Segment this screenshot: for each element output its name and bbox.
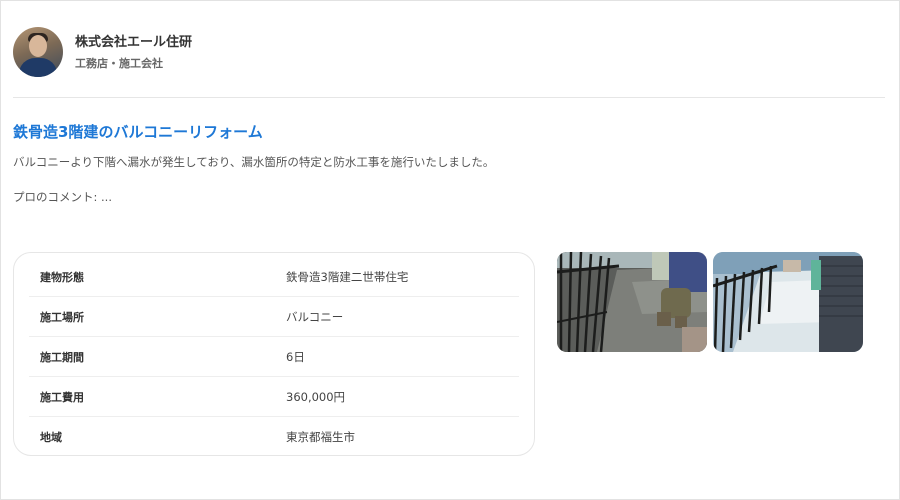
project-details-table: 建物形態 鉄骨造3階建二世帯住宅 施工場所 バルコニー 施工期間 6日 施工費用… xyxy=(13,252,535,456)
pro-comment: プロのコメント: ... xyxy=(13,190,112,204)
avatar-face xyxy=(29,35,47,57)
detail-row-period: 施工期間 6日 xyxy=(29,337,519,377)
detail-label: 施工場所 xyxy=(40,310,84,324)
avatar-body xyxy=(19,58,57,77)
detail-row-building-type: 建物形態 鉄骨造3階建二世帯住宅 xyxy=(29,257,519,297)
before-photo[interactable] xyxy=(557,252,707,352)
project-description: バルコニーより下階へ漏水が発生しており、漏水箇所の特定と防水工事を施行いたしまし… xyxy=(13,155,495,169)
detail-value: バルコニー xyxy=(286,309,344,324)
company-type: 工務店・施工会社 xyxy=(75,56,163,70)
after-photo[interactable] xyxy=(713,252,863,352)
company-info: 株式会社エール住研 工務店・施工会社 xyxy=(75,34,192,71)
detail-value: 鉄骨造3階建二世帯住宅 xyxy=(286,269,409,284)
detail-label: 地域 xyxy=(40,430,62,444)
detail-value: 6日 xyxy=(286,349,305,364)
header-divider xyxy=(13,97,885,98)
detail-label: 施工期間 xyxy=(40,350,84,364)
company-avatar[interactable] xyxy=(13,27,63,77)
before-photo-image xyxy=(557,252,707,352)
detail-label: 建物形態 xyxy=(40,270,84,284)
detail-row-region: 地域 東京都福生市 xyxy=(29,417,519,456)
detail-label: 施工費用 xyxy=(40,390,84,404)
detail-row-location: 施工場所 バルコニー xyxy=(29,297,519,337)
project-title-link[interactable]: 鉄骨造3階建のバルコニーリフォーム xyxy=(13,121,263,143)
detail-row-cost: 施工費用 360,000円 xyxy=(29,377,519,417)
reform-case-card: 株式会社エール住研 工務店・施工会社 鉄骨造3階建のバルコニーリフォーム バルコ… xyxy=(0,0,900,500)
after-photo-image xyxy=(713,252,863,352)
company-name[interactable]: 株式会社エール住研 xyxy=(75,34,192,52)
detail-value: 東京都福生市 xyxy=(286,429,355,444)
company-header: 株式会社エール住研 工務店・施工会社 xyxy=(13,27,192,77)
detail-value: 360,000円 xyxy=(286,389,346,404)
